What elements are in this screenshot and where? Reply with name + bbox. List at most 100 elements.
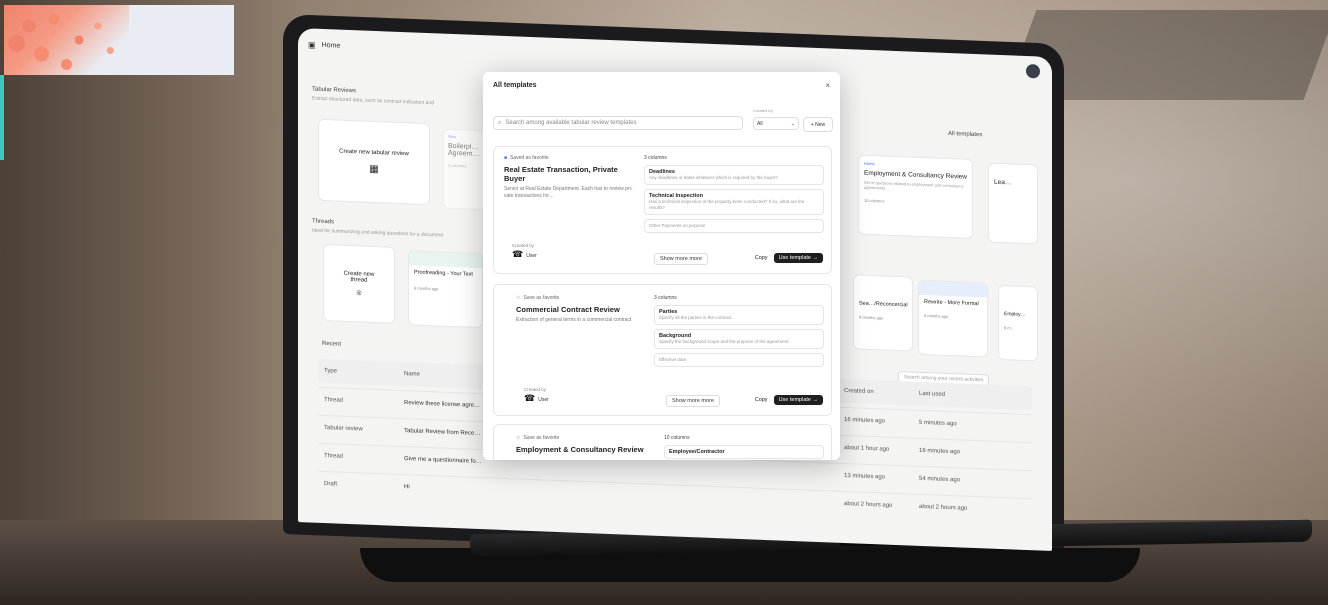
column-hint: Has a technical inspection of the proper… <box>649 199 805 210</box>
columns-count: 3 columns <box>644 155 667 161</box>
page-title: Home <box>321 41 341 50</box>
created-by-label: Created by <box>512 243 535 248</box>
column-item[interactable]: Employee/Contractor <box>664 445 824 459</box>
star-icon: ■ <box>504 155 508 161</box>
template-card[interactable]: Home Employment & Consultancy Review Set… <box>858 154 973 239</box>
creator: Created by ☎ User <box>524 387 549 404</box>
copy-button[interactable]: Copy <box>755 397 768 403</box>
filter-value: All <box>757 120 763 127</box>
row-used: 5 minutes ago <box>919 419 957 428</box>
template-name: Commercial Contract Review <box>516 305 620 314</box>
card-title: Lea… <box>994 178 1012 187</box>
column-name: Other Payments on purpose <box>649 223 706 228</box>
column-item[interactable]: Parties Specify all the parties in the co… <box>654 305 824 325</box>
row-used: about 2 hours ago <box>919 503 968 512</box>
all-templates-modal: All templates × ⌕ Search among available… <box>483 72 840 460</box>
column-item[interactable]: Other Payments on purpose <box>644 219 824 233</box>
col-header-created[interactable]: Created on <box>844 388 919 397</box>
row-created: about 2 hours ago <box>844 500 893 509</box>
filter-label: Created by <box>753 108 773 113</box>
thread-time: 8 m… <box>1004 325 1015 331</box>
create-thread-card[interactable]: Create new thread ◎ <box>323 243 395 324</box>
created-by-label: Created by <box>524 387 547 392</box>
threads-section-subtitle: Ideal for summarizing and asking questio… <box>312 227 443 239</box>
thread-card[interactable]: Employ… 8 m… <box>998 284 1038 362</box>
columns-list: 3 columns Deadlines Any deadlines or date… <box>644 155 824 233</box>
template-name: Employment & Consultancy Review <box>516 445 644 454</box>
column-item[interactable]: Background Specify the background scope a… <box>654 329 824 349</box>
column-item[interactable]: Deadlines Any deadlines or dates whatever… <box>644 165 824 185</box>
favorite-tag[interactable]: ☆ Save as favorite <box>516 295 646 301</box>
thread-time: 8 months ago <box>859 314 884 321</box>
thread-time: 8 months ago <box>414 285 439 292</box>
use-template-button[interactable]: Use template → <box>773 395 823 405</box>
thread-card[interactable]: Proofreading - Your Text 8 months ago <box>408 250 483 329</box>
create-tabular-review-card[interactable]: Create new tabular review ▦ <box>318 118 430 206</box>
star-outline-icon: ☆ <box>516 435 521 441</box>
accent-bar <box>0 75 4 160</box>
modal-title: All templates <box>493 82 537 89</box>
created-by-select[interactable]: All ⌄ <box>753 117 799 130</box>
row-used: 54 minutes ago <box>919 475 961 484</box>
tabular-section-title: Tabular Reviews <box>312 86 357 95</box>
new-template-button[interactable]: + New <box>803 117 833 132</box>
creator-name: User <box>538 397 549 403</box>
row-type: Draft <box>324 480 338 488</box>
user-icon: ☎ <box>512 249 524 259</box>
template-card[interactable]: ■ Saved as favorite Real Estate Transacti… <box>493 146 832 274</box>
row-type: Thread <box>324 396 344 404</box>
template-search-input[interactable]: ⌕ Search among available tabular review … <box>493 116 743 130</box>
thread-title: Employ… <box>1004 311 1026 318</box>
col-header-last-used[interactable]: Last used <box>919 391 945 398</box>
template-card[interactable]: ☆ Save as favorite Employment & Consultan… <box>493 424 832 460</box>
search-icon: ⌕ <box>498 119 502 126</box>
favorite-label: Save as favorite <box>523 295 560 301</box>
template-primary-actions: Copy Use template → <box>755 253 823 263</box>
creator: Created by ☎ User <box>512 243 537 260</box>
chevron-down-icon: ⌄ <box>790 120 795 127</box>
sidebar-toggle-icon[interactable]: ▣ <box>308 40 316 49</box>
row-name: Hi <box>404 484 410 491</box>
column-name: Effective date <box>659 357 687 362</box>
tabular-section-subtitle: Extract structured data, such as contrac… <box>312 95 435 107</box>
column-hint: Any deadlines or dates whatever which is… <box>649 175 778 180</box>
all-templates-link[interactable]: All templates <box>948 131 982 138</box>
columns-list: 3 columns Parties Specify all the parties… <box>654 295 824 367</box>
card-desc: Set of questions related to employment a… <box>864 179 964 191</box>
row-type: Tabular review <box>324 424 363 433</box>
show-more-button[interactable]: Show more more <box>654 253 708 265</box>
favorite-tag[interactable]: ■ Saved as favorite <box>504 155 634 161</box>
close-icon[interactable]: × <box>825 81 830 90</box>
template-card[interactable]: Lea… <box>988 162 1038 245</box>
create-tabular-label: Create new tabular review <box>339 148 409 157</box>
threads-section-title: Threads <box>312 218 335 226</box>
row-created: 16 minutes ago <box>844 416 886 425</box>
column-item[interactable]: Effective date <box>654 353 824 367</box>
copy-button[interactable]: Copy <box>755 255 768 261</box>
column-item[interactable]: Technical Inspection Has a technical insp… <box>644 189 824 215</box>
row-used: 16 minutes ago <box>919 447 961 456</box>
thread-card[interactable]: Sea…/Reconcercial 8 months ago <box>853 274 913 352</box>
star-outline-icon: ☆ <box>516 295 521 301</box>
favorite-tag[interactable]: ☆ Save as favorite <box>516 435 656 441</box>
template-primary-actions: Copy Use template → <box>755 395 823 405</box>
chat-icon: ◎ <box>356 290 362 297</box>
shadow-band <box>0 0 300 605</box>
col-header-type[interactable]: Type <box>318 368 404 377</box>
show-more-button[interactable]: Show more more <box>666 395 720 407</box>
avatar[interactable] <box>1026 63 1040 79</box>
row-created: about 1 hour ago <box>844 444 890 453</box>
template-card[interactable]: ☆ Save as favorite Commercial Contract Re… <box>493 284 832 416</box>
thread-card[interactable]: Rewrite - More Formal 8 months ago <box>918 279 988 358</box>
column-hint: Specify the background scope and the pur… <box>659 339 789 344</box>
card-meta: 10 columns <box>864 197 885 204</box>
card-title: Employment & Consultancy Review <box>864 169 967 181</box>
columns-count: 10 columns <box>664 435 690 441</box>
favorite-label: Save as favorite <box>523 435 560 441</box>
thread-title: Rewrite - More Formal <box>924 299 979 308</box>
recent-section-title: Recent <box>322 340 342 348</box>
create-thread-label: Create new thread <box>343 270 375 284</box>
user-icon: ☎ <box>524 393 536 403</box>
thread-title: Proofreading - Your Text <box>414 269 473 278</box>
use-template-button[interactable]: Use template → <box>773 253 823 263</box>
